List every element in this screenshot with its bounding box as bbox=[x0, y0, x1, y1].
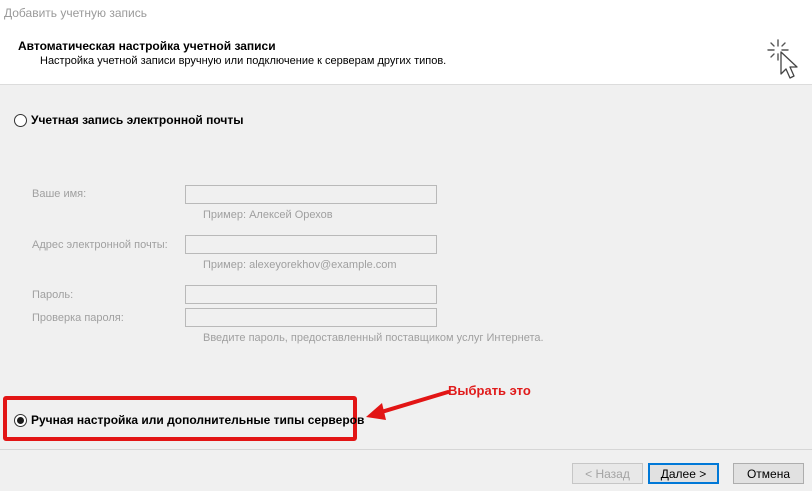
name-input[interactable] bbox=[185, 185, 437, 204]
email-account-radio[interactable] bbox=[14, 113, 27, 127]
back-button[interactable]: < Назад bbox=[572, 463, 643, 484]
manual-setup-option[interactable]: Ручная настройка или дополнительные типы… bbox=[14, 413, 364, 427]
password-input[interactable] bbox=[185, 285, 437, 304]
name-hint: Пример: Алексей Орехов bbox=[203, 209, 333, 221]
name-label: Ваше имя: bbox=[32, 188, 87, 200]
password-confirm-input[interactable] bbox=[185, 308, 437, 327]
email-label: Адрес электронной почты: bbox=[32, 239, 168, 251]
password-label: Пароль: bbox=[32, 289, 74, 301]
password-hint: Введите пароль, предоставленный поставщи… bbox=[203, 332, 544, 344]
title-bar: Добавить учетную запись bbox=[0, 0, 812, 28]
header-title: Автоматическая настройка учетной записи bbox=[18, 39, 276, 53]
header-subtitle: Настройка учетной записи вручную или под… bbox=[40, 55, 447, 67]
wizard-cursor-icon bbox=[767, 39, 798, 79]
password-confirm-label: Проверка пароля: bbox=[32, 312, 124, 324]
annotation-label: Выбрать это bbox=[448, 383, 531, 398]
email-hint: Пример: alexeyorekhov@example.com bbox=[203, 259, 397, 271]
email-account-option[interactable]: Учетная запись электронной почты bbox=[14, 113, 244, 127]
next-button[interactable]: Далее > bbox=[648, 463, 719, 484]
annotation-arrow-icon bbox=[366, 390, 450, 420]
email-account-label: Учетная запись электронной почты bbox=[31, 113, 244, 127]
manual-setup-radio[interactable] bbox=[14, 413, 27, 427]
footer-separator bbox=[0, 449, 812, 450]
cancel-button[interactable]: Отмена bbox=[733, 463, 804, 484]
window-title: Добавить учетную запись bbox=[4, 6, 147, 20]
manual-setup-label: Ручная настройка или дополнительные типы… bbox=[31, 413, 365, 427]
wizard-header: Автоматическая настройка учетной записи … bbox=[0, 28, 812, 85]
email-input[interactable] bbox=[185, 235, 437, 254]
